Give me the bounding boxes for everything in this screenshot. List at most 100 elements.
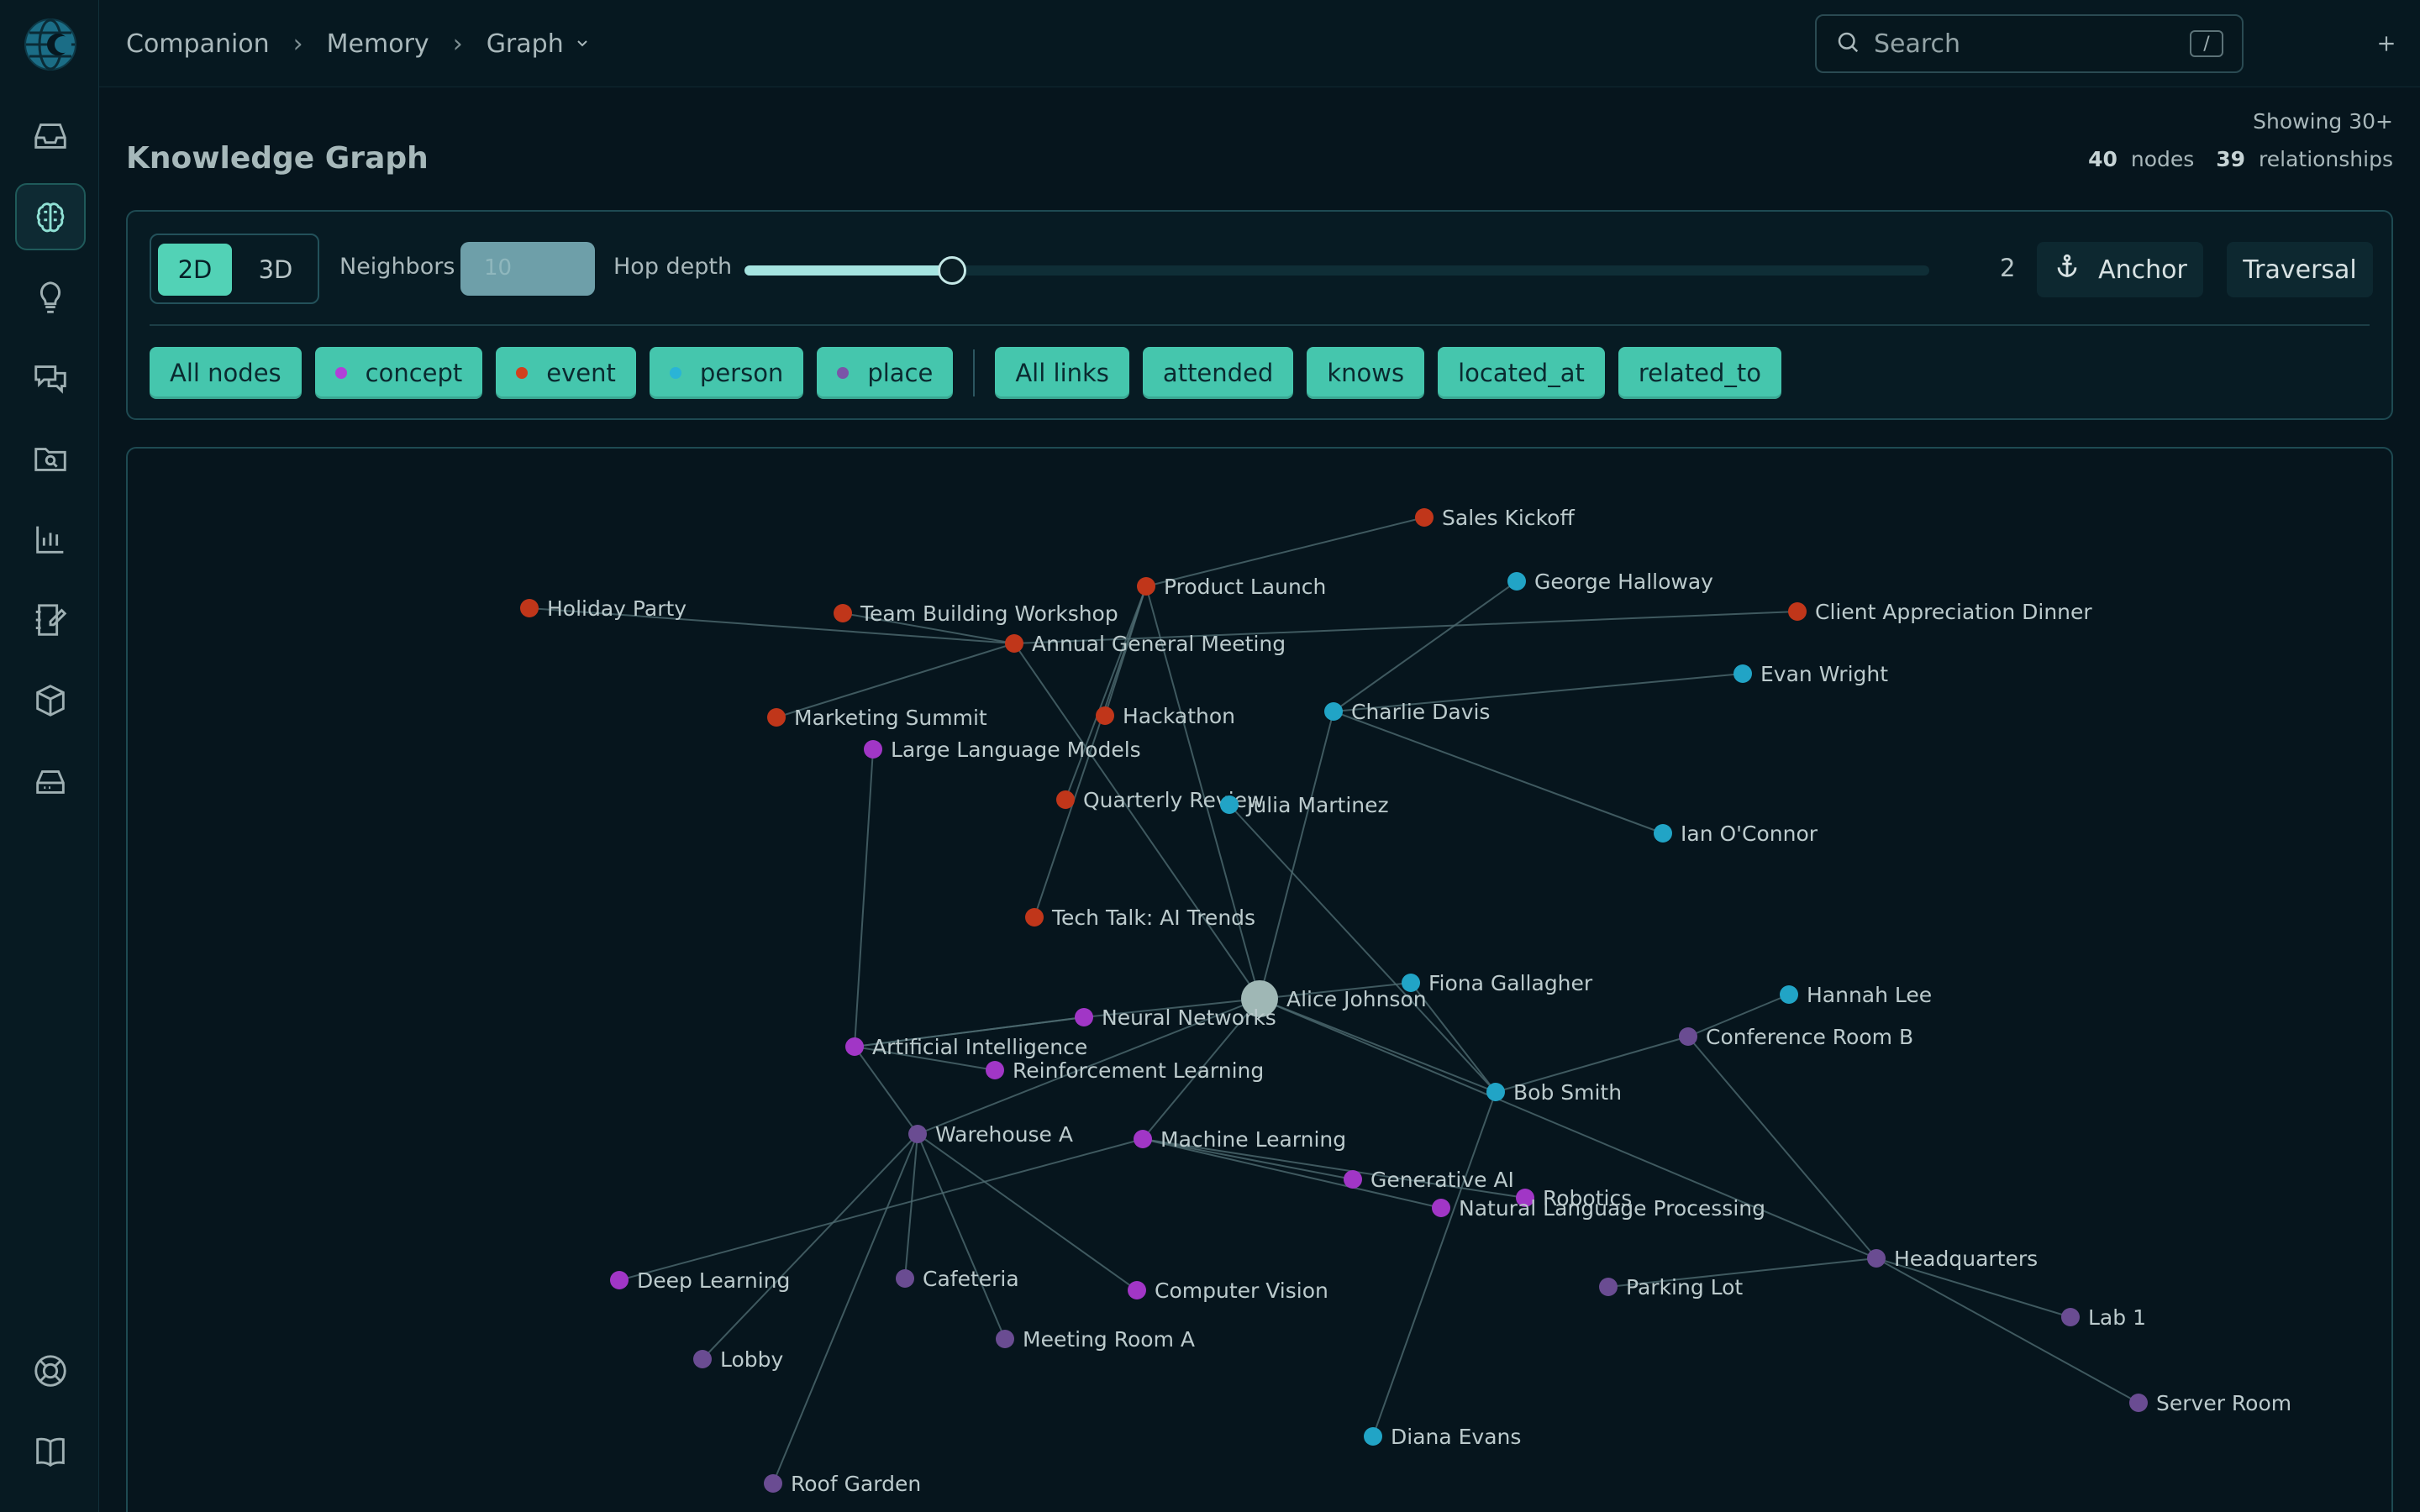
filter-place[interactable]: place xyxy=(817,347,954,399)
app-logo[interactable] xyxy=(24,18,76,71)
graph-node-agm[interactable]: Annual General Meeting xyxy=(1005,632,1286,656)
filter-related-to[interactable]: related_to xyxy=(1618,347,1782,399)
node-dot[interactable] xyxy=(834,604,852,622)
node-dot[interactable] xyxy=(1432,1199,1450,1217)
chat-icon[interactable] xyxy=(15,344,86,412)
filter-all-nodes[interactable]: All nodes xyxy=(150,347,302,399)
graph-node-fg[interactable]: Fiona Gallagher xyxy=(1402,971,1593,995)
box-icon[interactable] xyxy=(15,667,86,734)
node-dot[interactable] xyxy=(767,708,786,727)
node-dot[interactable] xyxy=(1344,1170,1362,1189)
node-dot[interactable] xyxy=(1788,602,1807,621)
breadcrumb-graph[interactable]: Graph xyxy=(487,29,564,59)
breadcrumb-companion[interactable]: Companion xyxy=(126,29,270,59)
node-dot[interactable] xyxy=(845,1037,864,1056)
inbox-icon[interactable] xyxy=(15,102,86,170)
node-dot[interactable] xyxy=(1075,1008,1093,1026)
graph-node-sr[interactable]: Server Room xyxy=(2129,1391,2291,1415)
graph-node-gh[interactable]: George Halloway xyxy=(1507,570,1713,594)
graph-node-nn[interactable]: Neural Networks xyxy=(1075,1005,1276,1030)
graph-canvas[interactable]: Sales Kickoff Product Launch George Hallow… xyxy=(126,447,2393,1512)
node-dot[interactable] xyxy=(1137,577,1155,596)
node-dot[interactable] xyxy=(1654,824,1672,843)
node-dot[interactable] xyxy=(1364,1427,1382,1446)
node-dot[interactable] xyxy=(896,1269,914,1288)
graph-node-lob[interactable]: Lobby xyxy=(693,1347,784,1372)
node-dot[interactable] xyxy=(996,1330,1014,1348)
graph-node-pl[interactable]: Product Launch xyxy=(1137,575,1326,599)
dim-2d-button[interactable]: 2D xyxy=(158,244,232,296)
lightbulb-icon[interactable] xyxy=(15,264,86,331)
graph-node-sk[interactable]: Sales Kickoff xyxy=(1415,506,1575,530)
graph-node-nlp[interactable]: Natural Language Processing xyxy=(1432,1196,1765,1221)
graph-node-ew[interactable]: Evan Wright xyxy=(1733,662,1888,686)
node-dot[interactable] xyxy=(908,1125,927,1143)
book-icon[interactable] xyxy=(15,1418,86,1485)
neighbors-input[interactable]: 10 xyxy=(460,242,595,296)
graph-node-mra[interactable]: Meeting Room A xyxy=(996,1327,1195,1352)
graph-node-dl[interactable]: Deep Learning xyxy=(610,1268,790,1293)
graph-node-cd[interactable]: Charlie Davis xyxy=(1324,700,1490,724)
graph-node-crb[interactable]: Conference Room B xyxy=(1679,1025,1913,1049)
node-dot[interactable] xyxy=(1056,790,1075,809)
help-icon[interactable] xyxy=(15,1337,86,1404)
graph-node-gai[interactable]: Generative AI xyxy=(1344,1168,1514,1192)
node-dot[interactable] xyxy=(764,1474,782,1493)
graph-node-rg[interactable]: Roof Garden xyxy=(764,1472,921,1496)
filter-all-links[interactable]: All links xyxy=(995,347,1129,399)
breadcrumb-memory[interactable]: Memory xyxy=(327,29,429,59)
graph-node-ai[interactable]: Artificial Intelligence xyxy=(845,1035,1087,1059)
node-dot[interactable] xyxy=(1096,706,1114,725)
filter-event[interactable]: event xyxy=(496,347,636,399)
notebook-edit-icon[interactable] xyxy=(15,586,86,654)
node-dot[interactable] xyxy=(1025,908,1044,927)
node-dot[interactable] xyxy=(1733,664,1752,683)
anchor-button[interactable]: Anchor xyxy=(2037,242,2203,297)
hop-depth-handle[interactable] xyxy=(937,256,966,285)
node-dot[interactable] xyxy=(1134,1130,1152,1148)
graph-node-wa[interactable]: Warehouse A xyxy=(908,1122,1073,1147)
graph-node-hk[interactable]: Hackathon xyxy=(1096,704,1235,728)
filter-person[interactable]: person xyxy=(649,347,804,399)
graph-node-rl[interactable]: Reinforcement Learning xyxy=(986,1058,1264,1083)
chevron-down-icon[interactable] xyxy=(574,29,591,59)
traversal-button[interactable]: Traversal xyxy=(2227,242,2373,297)
node-dot[interactable] xyxy=(1324,702,1343,721)
node-dot[interactable] xyxy=(1128,1281,1146,1299)
search-input[interactable]: Search / xyxy=(1815,14,2244,73)
add-icon[interactable] xyxy=(2368,25,2405,62)
folder-search-icon[interactable] xyxy=(15,425,86,492)
filter-knows[interactable]: knows xyxy=(1307,347,1425,399)
node-dot[interactable] xyxy=(1679,1027,1697,1046)
node-dot[interactable] xyxy=(520,599,539,617)
node-dot[interactable] xyxy=(610,1271,629,1289)
graph-node-pkl[interactable]: Parking Lot xyxy=(1599,1275,1743,1299)
graph-node-lab[interactable]: Lab 1 xyxy=(2061,1305,2146,1330)
node-dot[interactable] xyxy=(693,1350,712,1368)
graph-node-de[interactable]: Diana Evans xyxy=(1364,1425,1521,1449)
brain-icon[interactable] xyxy=(15,183,86,250)
graph-node-tt[interactable]: Tech Talk: AI Trends xyxy=(1025,906,1255,930)
graph-node-caf[interactable]: Cafeteria xyxy=(896,1267,1019,1291)
dim-3d-button[interactable]: 3D xyxy=(239,244,313,296)
filter-concept[interactable]: concept xyxy=(314,347,483,399)
node-dot[interactable] xyxy=(2129,1394,2148,1412)
graph-svg[interactable]: Sales Kickoff Product Launch George Hallow… xyxy=(128,449,2393,1512)
graph-node-cv[interactable]: Computer Vision xyxy=(1128,1278,1328,1303)
graph-node-ms[interactable]: Marketing Summit xyxy=(767,706,987,730)
node-dot[interactable] xyxy=(1415,508,1434,527)
node-dot[interactable] xyxy=(1220,795,1239,814)
node-dot[interactable] xyxy=(1005,634,1023,653)
graph-node-bs[interactable]: Bob Smith xyxy=(1486,1080,1622,1105)
graph-node-hl[interactable]: Hannah Lee xyxy=(1780,983,1932,1007)
graph-node-llm[interactable]: Large Language Models xyxy=(864,738,1141,762)
graph-node-io[interactable]: Ian O'Connor xyxy=(1654,822,1818,846)
graph-node-tbw[interactable]: Team Building Workshop xyxy=(834,601,1118,626)
node-dot[interactable] xyxy=(1486,1083,1505,1101)
node-dot[interactable] xyxy=(1867,1249,1886,1268)
filter-attended[interactable]: attended xyxy=(1142,347,1294,399)
graph-node-ml[interactable]: Machine Learning xyxy=(1134,1127,1346,1152)
node-dot[interactable] xyxy=(864,740,882,759)
node-dot[interactable] xyxy=(1780,985,1798,1004)
node-dot[interactable] xyxy=(1599,1278,1618,1296)
